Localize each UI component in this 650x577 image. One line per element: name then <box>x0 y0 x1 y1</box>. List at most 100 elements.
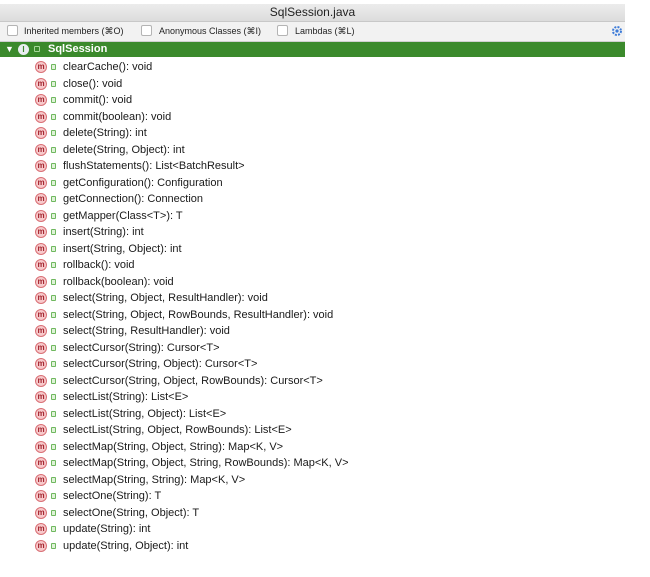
method-signature: selectMap(String, String): Map<K, V> <box>63 473 246 486</box>
tree-root-sqlsession[interactable]: ▼ I SqlSession <box>0 42 625 57</box>
method-row[interactable]: m selectMap(String, String): Map<K, V> <box>0 472 625 489</box>
method-row[interactable]: m select(String, Object, ResultHandler): … <box>0 290 625 307</box>
method-signature: update(String): int <box>63 523 151 535</box>
public-visibility-icon <box>51 427 56 433</box>
public-visibility-icon <box>51 146 56 153</box>
method-icon: m <box>35 391 47 403</box>
method-icon: m <box>35 292 47 304</box>
method-row[interactable]: m selectMap(String, Object, String, RowBo… <box>0 455 625 472</box>
method-signature: delete(String, Object): int <box>63 143 185 156</box>
method-signature: getMapper(Class<T>): T <box>63 209 183 222</box>
method-signature: insert(String): int <box>63 226 144 238</box>
public-visibility-icon <box>51 163 56 169</box>
inherited-members-checkbox[interactable] <box>7 25 18 36</box>
method-row[interactable]: m commit(boolean): void <box>0 109 625 126</box>
anonymous-classes-label: Anonymous Classes (⌘I) <box>159 26 262 36</box>
method-signature: selectCursor(String): Cursor<T> <box>63 341 220 354</box>
lambdas-label: Lambdas (⌘L) <box>295 26 355 36</box>
method-row[interactable]: m select(String, Object, RowBounds, Resul… <box>0 307 625 324</box>
method-signature: commit(boolean): void <box>63 110 172 123</box>
method-row[interactable]: m selectCursor(String, Object): Cursor<T> <box>0 356 625 373</box>
method-row[interactable]: m close(): void <box>0 76 625 93</box>
public-visibility-icon <box>51 311 56 318</box>
method-row[interactable]: m insert(String): int <box>0 224 625 241</box>
public-visibility-icon <box>34 46 40 52</box>
method-row[interactable]: m getMapper(Class<T>): T <box>0 208 625 225</box>
method-icon: m <box>35 176 47 189</box>
public-visibility-icon <box>51 97 56 103</box>
method-icon: m <box>35 127 47 139</box>
method-row[interactable]: m commit(): void <box>0 92 625 109</box>
method-row[interactable]: m selectList(String, Object, RowBounds): … <box>0 422 625 439</box>
method-signature: select(String, Object, RowBounds, Result… <box>63 308 334 321</box>
public-visibility-icon <box>51 130 56 136</box>
method-row[interactable]: m delete(String): int <box>0 125 625 142</box>
method-row[interactable]: m selectOne(String): T <box>0 488 625 505</box>
public-visibility-icon <box>51 509 56 516</box>
method-icon: m <box>35 424 47 436</box>
method-signature: selectList(String): List<E> <box>63 391 189 403</box>
method-icon: m <box>35 358 47 370</box>
method-row[interactable]: m update(String): int <box>0 521 625 538</box>
public-visibility-icon <box>51 196 56 202</box>
method-row[interactable]: m flushStatements(): List<BatchResult> <box>0 158 625 175</box>
public-visibility-icon <box>51 229 56 235</box>
method-signature: selectList(String, Object): List<E> <box>63 407 227 420</box>
method-signature: flushStatements(): List<BatchResult> <box>63 160 245 172</box>
method-icon: m <box>35 506 47 519</box>
public-visibility-icon <box>51 526 56 532</box>
structure-toolbar: Inherited members (⌘O) Anonymous Classes… <box>0 22 625 42</box>
gear-icon[interactable] <box>611 25 623 37</box>
public-visibility-icon <box>51 542 56 549</box>
method-row[interactable]: m update(String, Object): int <box>0 538 625 555</box>
method-row[interactable]: m selectMap(String, Object, String): Map<… <box>0 439 625 456</box>
method-icon: m <box>35 209 47 222</box>
method-row[interactable]: m rollback(boolean): void <box>0 274 625 291</box>
public-visibility-icon <box>51 245 56 252</box>
method-signature: rollback(boolean): void <box>63 275 174 288</box>
public-visibility-icon <box>51 410 56 417</box>
method-row[interactable]: m getConfiguration(): Configuration <box>0 175 625 192</box>
method-icon: m <box>35 308 47 321</box>
public-visibility-icon <box>51 212 56 219</box>
method-signature: clearCache(): void <box>63 61 153 73</box>
method-list: m clearCache(): void m close(): void m commit… <box>0 59 625 554</box>
public-visibility-icon <box>51 262 56 268</box>
method-icon: m <box>35 94 47 106</box>
method-row[interactable]: m selectOne(String, Object): T <box>0 505 625 522</box>
public-visibility-icon <box>51 295 56 301</box>
method-icon: m <box>35 325 47 337</box>
method-row[interactable]: m selectList(String): List<E> <box>0 389 625 406</box>
method-icon: m <box>35 143 47 156</box>
method-icon: m <box>35 440 47 453</box>
method-icon: m <box>35 407 47 420</box>
method-row[interactable]: m rollback(): void <box>0 257 625 274</box>
method-row[interactable]: m getConnection(): Connection <box>0 191 625 208</box>
method-icon: m <box>35 226 47 238</box>
method-icon: m <box>35 110 47 123</box>
method-signature: getConfiguration(): Configuration <box>63 176 223 189</box>
method-row[interactable]: m select(String, ResultHandler): void <box>0 323 625 340</box>
method-signature: selectMap(String, Object, String, RowBou… <box>63 457 349 469</box>
method-row[interactable]: m selectCursor(String, Object, RowBounds)… <box>0 373 625 390</box>
method-icon: m <box>35 160 47 172</box>
anonymous-classes-checkbox[interactable] <box>141 25 152 36</box>
lambdas-checkbox[interactable] <box>277 25 288 36</box>
inherited-members-label: Inherited members (⌘O) <box>24 26 124 36</box>
window-title: SqlSession.java <box>0 4 625 22</box>
method-row[interactable]: m selectCursor(String): Cursor<T> <box>0 340 625 357</box>
method-icon: m <box>35 341 47 354</box>
method-row[interactable]: m delete(String, Object): int <box>0 142 625 159</box>
public-visibility-icon <box>51 179 56 186</box>
method-signature: selectCursor(String, Object): Cursor<T> <box>63 358 258 370</box>
method-signature: delete(String): int <box>63 127 147 139</box>
public-visibility-icon <box>51 344 56 351</box>
expand-arrow-icon[interactable]: ▼ <box>5 42 14 57</box>
method-signature: close(): void <box>63 77 123 90</box>
method-row[interactable]: m selectList(String, Object): List<E> <box>0 406 625 423</box>
method-row[interactable]: m clearCache(): void <box>0 59 625 76</box>
method-row[interactable]: m insert(String, Object): int <box>0 241 625 258</box>
method-signature: insert(String, Object): int <box>63 242 182 255</box>
method-icon: m <box>35 490 47 502</box>
public-visibility-icon <box>51 377 56 384</box>
